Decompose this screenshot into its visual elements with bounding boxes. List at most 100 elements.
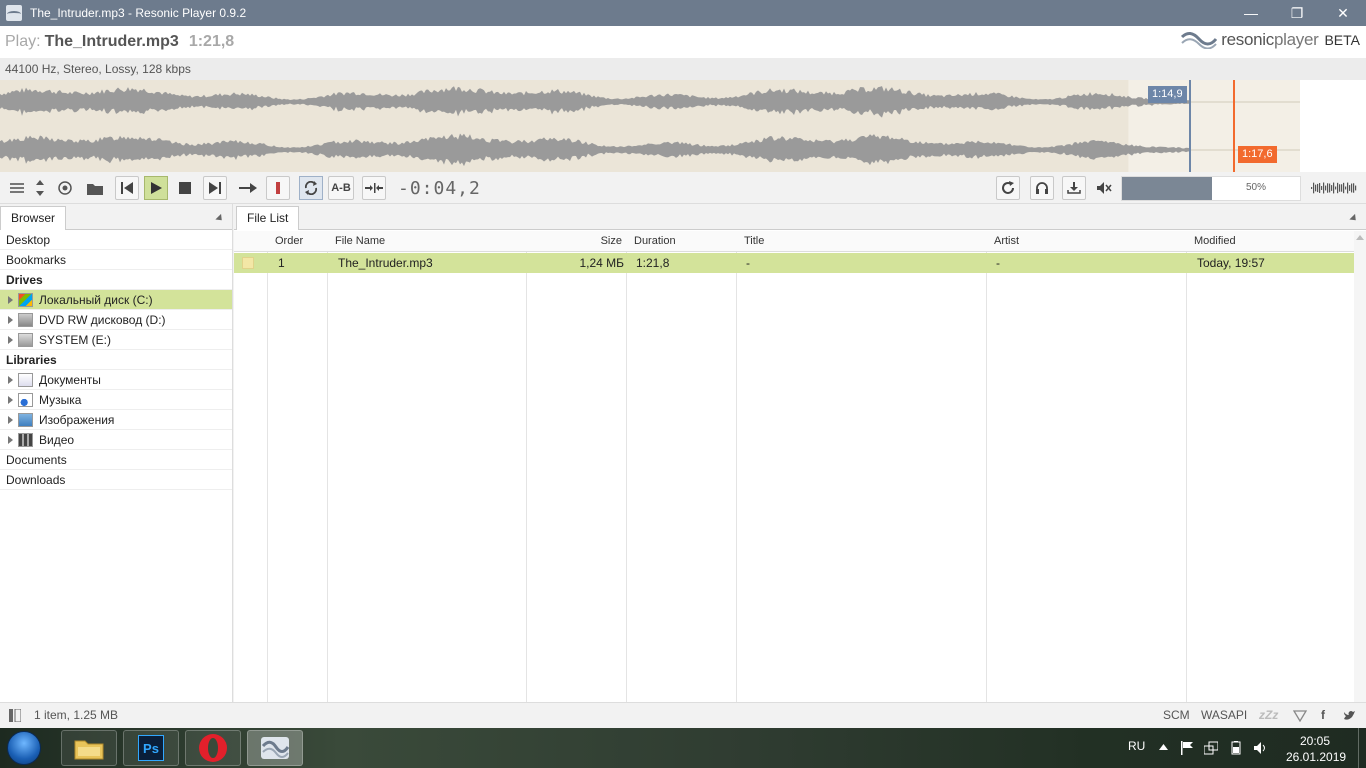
play-button[interactable] <box>144 176 168 200</box>
browser-tree: Desktop Bookmarks Drives Локальный диск (C:… <box>0 230 232 490</box>
browser-item[interactable]: Drives <box>0 270 232 290</box>
volume-icon[interactable] <box>1253 741 1267 755</box>
browser-item[interactable]: DVD RW дисковод (D:) <box>0 310 232 330</box>
tab-browser[interactable]: Browser <box>0 206 67 230</box>
loop-start-marker[interactable]: 1:14,9 <box>1148 86 1187 103</box>
column-modified[interactable]: Modified <box>1194 231 1236 252</box>
facebook-icon[interactable]: f <box>1321 708 1325 722</box>
cell-duration: 1:21,8 <box>636 256 670 270</box>
vertical-scrollbar[interactable] <box>1354 231 1366 702</box>
grid-column-divider <box>627 231 737 702</box>
browser-item[interactable]: Изображения <box>0 410 232 430</box>
waveform-view-button[interactable] <box>1310 176 1358 200</box>
volume-slider[interactable]: 50% <box>1121 176 1301 201</box>
expand-arrow-icon[interactable] <box>8 396 13 404</box>
expand-arrow-icon[interactable] <box>8 296 13 304</box>
browser-item[interactable]: Документы <box>0 370 232 390</box>
action-center-flag-icon[interactable] <box>1180 741 1194 755</box>
grid-column-divider <box>737 231 987 702</box>
mini-waveform-bar <box>1325 185 1327 191</box>
stop-button[interactable] <box>173 176 197 200</box>
clock-time[interactable]: 20:05 <box>1300 734 1330 748</box>
column-artist[interactable]: Artist <box>994 231 1019 252</box>
column-file-name[interactable]: File Name <box>335 231 385 252</box>
close-button[interactable]: ✕ <box>1320 0 1366 26</box>
sort-arrows-button[interactable] <box>28 176 52 200</box>
previous-button[interactable] <box>115 176 139 200</box>
mini-waveform-icon <box>1311 182 1357 194</box>
taskbar-opera[interactable] <box>185 730 241 766</box>
mini-waveform-bar <box>1337 182 1339 194</box>
file-type-swatch <box>242 257 254 269</box>
ab-repeat-button[interactable]: A-B <box>328 176 354 200</box>
expand-arrow-icon[interactable] <box>8 336 13 344</box>
scroll-up-icon[interactable] <box>1356 235 1364 240</box>
browser-item[interactable]: SYSTEM (E:) <box>0 330 232 350</box>
taskbar-resonic[interactable] <box>247 730 303 766</box>
browser-item[interactable]: Libraries <box>0 350 232 370</box>
target-icon <box>58 181 72 195</box>
loop-end-marker[interactable]: 1:17,6 <box>1238 146 1277 163</box>
open-folder-button[interactable] <box>83 176 107 200</box>
expand-arrow-icon[interactable] <box>8 436 13 444</box>
taskbar-photoshop[interactable]: Ps <box>123 730 179 766</box>
dvd-drive-icon <box>18 313 33 327</box>
advance-mode-button[interactable] <box>236 176 260 200</box>
target-button[interactable] <box>53 176 77 200</box>
beta-badge: BETA <box>1324 32 1360 48</box>
grid-column-divider <box>527 231 627 702</box>
menu-button[interactable] <box>5 176 29 200</box>
expand-arrow-icon[interactable] <box>8 316 13 324</box>
skip-next-icon <box>209 182 221 194</box>
minimize-button[interactable]: — <box>1228 0 1274 26</box>
twitter-icon[interactable] <box>1343 710 1356 721</box>
browser-item[interactable]: Downloads <box>0 470 232 490</box>
reload-button[interactable] <box>996 176 1020 200</box>
show-desktop-button[interactable] <box>1358 728 1366 768</box>
tab-file-list[interactable]: File List <box>236 206 300 230</box>
browser-item[interactable]: Музыка <box>0 390 232 410</box>
headphones-button[interactable] <box>1030 176 1054 200</box>
clock-date[interactable]: 26.01.2019 <box>1286 750 1346 764</box>
loop-button[interactable] <box>299 176 323 200</box>
file-list-tabs: File List <box>234 204 1366 230</box>
column-size[interactable]: Size <box>527 231 622 252</box>
pane-resize-icon[interactable] <box>1349 213 1359 224</box>
table-row[interactable]: 1 The_Intruder.mp3 1,24 МБ 1:21,8 - - To… <box>234 253 1354 273</box>
expand-arrow-icon[interactable] <box>8 416 13 424</box>
seek-position-button[interactable] <box>362 176 386 200</box>
browser-item[interactable]: Видео <box>0 430 232 450</box>
filter-icon[interactable] <box>1293 710 1307 722</box>
panel-toggle-icon[interactable] <box>9 709 21 722</box>
cell-file-name: The_Intruder.mp3 <box>338 256 433 270</box>
next-button[interactable] <box>203 176 227 200</box>
maximize-button[interactable]: ❐ <box>1274 0 1320 26</box>
restore-icon: ❐ <box>1290 4 1304 21</box>
record-marker-button[interactable] <box>266 176 290 200</box>
browser-item-label: Изображения <box>39 413 115 427</box>
start-button[interactable] <box>2 729 46 767</box>
expand-arrow-icon[interactable] <box>8 376 13 384</box>
hard-drive-windows-icon <box>18 293 33 307</box>
column-duration[interactable]: Duration <box>634 231 676 252</box>
download-button[interactable] <box>1062 176 1086 200</box>
column-order[interactable]: Order <box>275 231 303 252</box>
column-title[interactable]: Title <box>744 231 764 252</box>
playing-file-name: The_Intruder.mp3 <box>44 33 179 50</box>
browser-item[interactable]: Documents <box>0 450 232 470</box>
network-icon[interactable] <box>1204 741 1218 755</box>
pane-resize-icon[interactable] <box>215 213 225 224</box>
browser-item[interactable]: Desktop <box>0 230 232 250</box>
browser-item[interactable]: Bookmarks <box>0 250 232 270</box>
browser-item[interactable]: Локальный диск (C:) <box>0 290 232 310</box>
tray-expand-icon[interactable] <box>1159 744 1168 750</box>
taskbar-explorer[interactable] <box>61 730 117 766</box>
scm-indicator[interactable]: SCM <box>1163 708 1190 722</box>
wasapi-indicator[interactable]: WASAPI <box>1201 708 1247 722</box>
mute-button[interactable] <box>1092 176 1116 200</box>
menu-icon <box>10 183 24 193</box>
sleep-indicator[interactable]: zZz <box>1259 708 1278 722</box>
battery-icon[interactable] <box>1229 741 1243 755</box>
language-indicator[interactable]: RU <box>1128 739 1145 753</box>
grid-header: Order File Name Size Duration Title Arti… <box>234 231 1354 252</box>
